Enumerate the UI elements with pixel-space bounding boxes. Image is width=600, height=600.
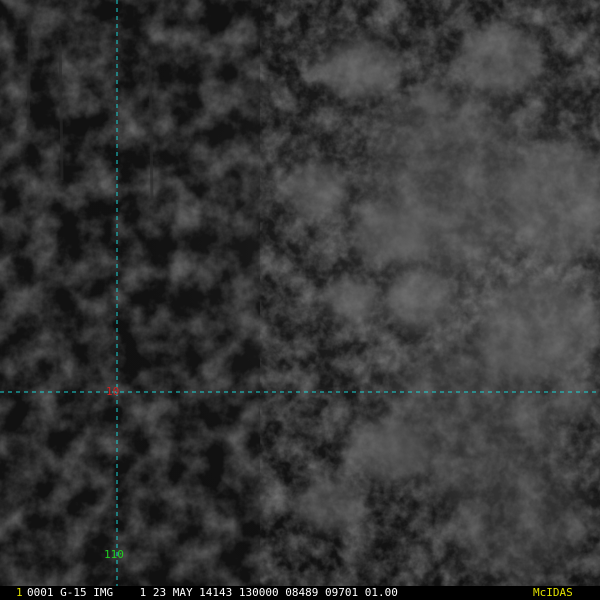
satellite-image-frame: 10 110 1 0001 G-15 IMG 1 23 MAY 14143 13… xyxy=(0,0,600,600)
mcidas-brand: McIDAS xyxy=(533,586,573,599)
image-info-text: 0001 G-15 IMG 1 23 MAY 14143 130000 0848… xyxy=(27,586,398,599)
satellite-image xyxy=(0,0,600,600)
latitude-label: 10 xyxy=(106,385,120,398)
longitude-label: 110 xyxy=(104,548,124,561)
status-bar: 1 0001 G-15 IMG 1 23 MAY 14143 130000 08… xyxy=(0,586,600,600)
frame-number: 1 xyxy=(16,586,23,599)
